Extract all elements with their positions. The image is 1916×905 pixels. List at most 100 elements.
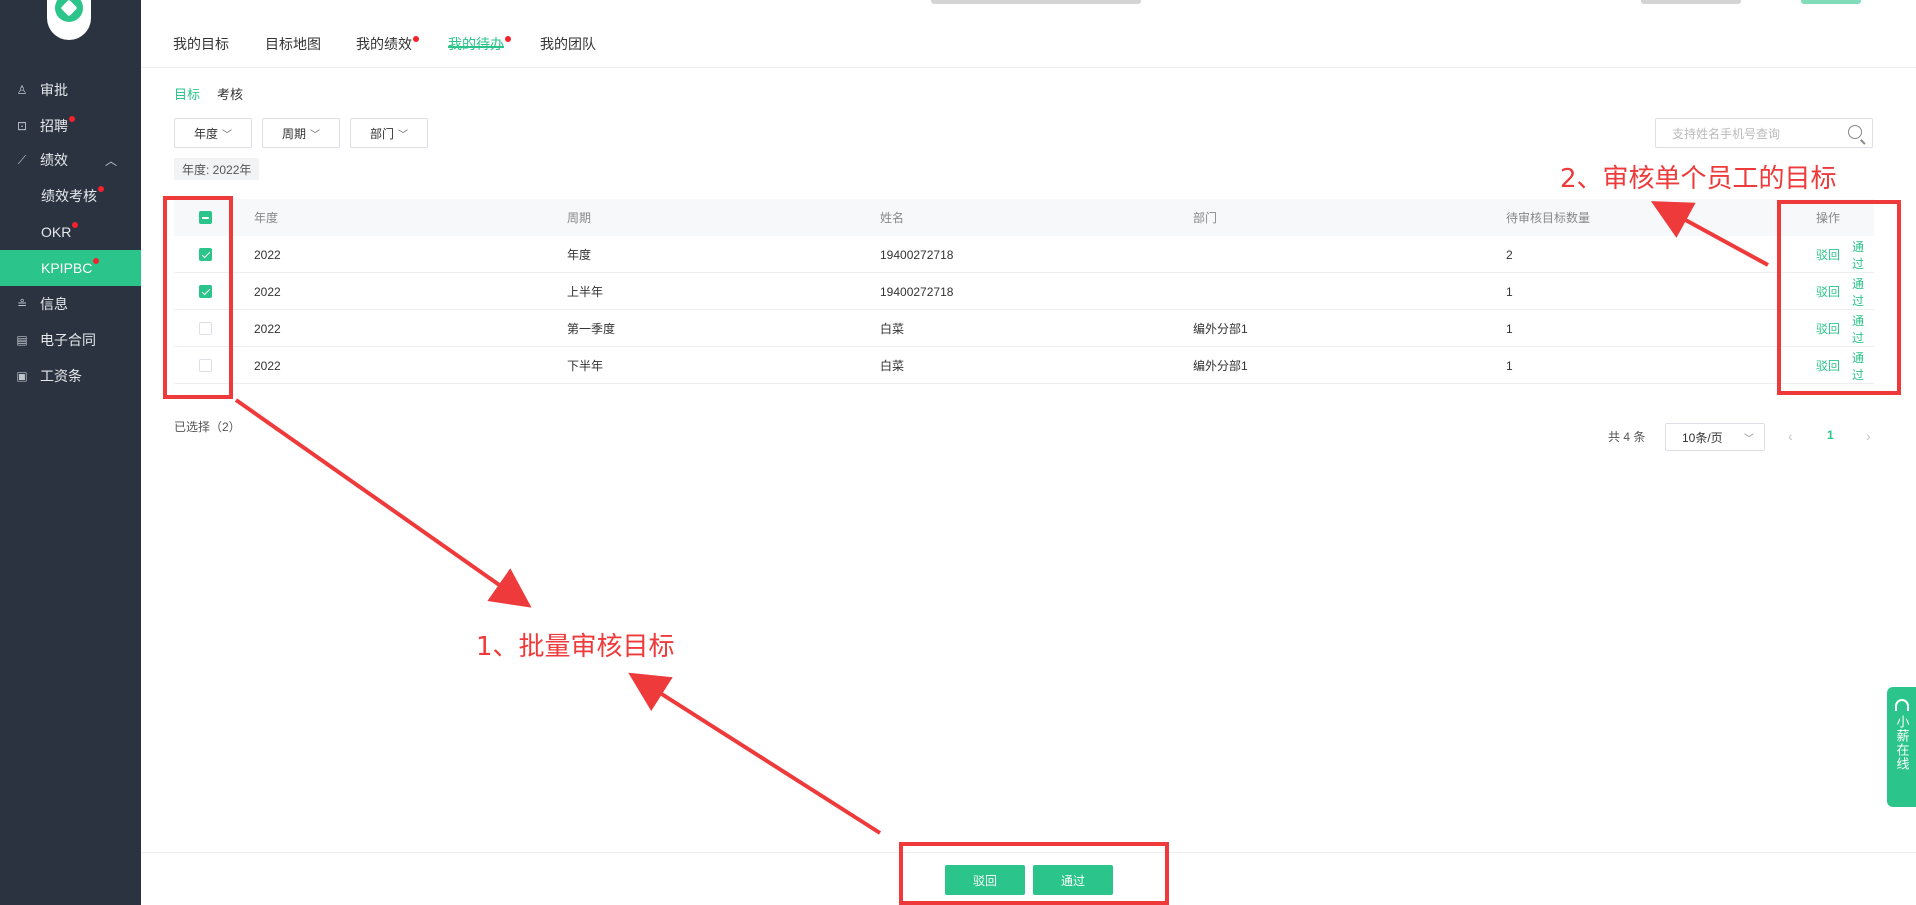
cell-year: 2022 <box>254 284 281 299</box>
headset-icon <box>1894 699 1909 711</box>
arrow-from-bottom-buttons <box>628 672 882 835</box>
cell-pending-count: 1 <box>1506 321 1513 336</box>
cell-name: 白菜 <box>880 322 905 336</box>
notification-dot <box>413 36 419 42</box>
tab-my-performance[interactable]: 我的绩效 <box>356 34 419 54</box>
sidebar-item-label: 招聘 <box>40 118 68 134</box>
notification-dot <box>69 116 75 122</box>
sidebar-item-label: 信息 <box>40 296 68 312</box>
cell-name: 19400272718 <box>880 247 954 262</box>
cell-year: 2022 <box>254 321 281 336</box>
table-row: 2022 第一季度 白菜 编外分部1 1 驳回 通过 <box>174 310 1874 347</box>
page-number-current[interactable]: 1 <box>1827 428 1834 442</box>
cell-year: 2022 <box>254 358 281 373</box>
sidebar-subitem-okr[interactable]: OKR <box>0 214 141 250</box>
recruit-icon: ⊡ <box>16 119 28 133</box>
active-tab-indicator <box>448 46 504 48</box>
todo-table: 年度 周期 姓名 部门 待审核目标数量 操作 2022 年度 194002727… <box>174 199 1874 384</box>
tab-my-goals[interactable]: 我的目标 <box>173 34 229 54</box>
annotation-box-checkboxes <box>163 196 233 399</box>
cell-period: 上半年 <box>567 285 604 299</box>
table-row: 2022 年度 19400272718 2 驳回 通过 <box>174 236 1874 273</box>
cell-pending-count: 1 <box>1506 284 1513 299</box>
prev-page-icon[interactable]: ‹ <box>1788 428 1793 444</box>
main-tabs: 我的目标 目标地图 我的绩效 我的待办 我的团队 <box>141 18 1916 68</box>
cell-department: 编外分部1 <box>1193 359 1248 373</box>
page-size-select[interactable]: 10条/页 ﹀ <box>1665 423 1765 451</box>
annotation-box-bottom-buttons <box>899 842 1169 905</box>
active-filter-tag[interactable]: 年度: 2022年 <box>174 158 260 180</box>
arrow-to-batch-label <box>234 398 532 608</box>
sidebar-item-label: OKR <box>41 224 72 240</box>
column-header-period: 周期 <box>567 211 592 225</box>
sidebar-item-label: 绩效考核 <box>41 188 97 204</box>
column-header-department: 部门 <box>1193 211 1218 225</box>
annotation-label-single: 2、审核单个员工的目标 <box>1560 164 1837 194</box>
notification-dot <box>98 186 104 192</box>
page-size-value: 10条/页 <box>1682 430 1723 445</box>
cell-pending-count: 1 <box>1506 358 1513 373</box>
period-filter-dropdown[interactable]: 周期 ﹀ <box>262 118 340 148</box>
search-input[interactable]: 支持姓名手机号查询 <box>1655 118 1873 148</box>
table-header: 年度 周期 姓名 部门 待审核目标数量 操作 <box>174 199 1874 236</box>
sidebar-item-performance[interactable]: ⟋ 绩效 ︿ <box>0 142 141 178</box>
column-header-year: 年度 <box>254 211 279 225</box>
search-placeholder: 支持姓名手机号查询 <box>1672 126 1781 141</box>
tab-my-team[interactable]: 我的团队 <box>540 34 596 54</box>
online-chat-widget[interactable]: 小薪在线 <box>1887 687 1916 807</box>
cell-pending-count: 2 <box>1506 247 1513 262</box>
subtab-assessment[interactable]: 考核 <box>217 84 243 103</box>
contract-icon: ▤ <box>16 333 28 347</box>
year-filter-dropdown[interactable]: 年度 ﹀ <box>174 118 252 148</box>
sidebar-item-info[interactable]: ≗ 信息 <box>0 286 141 322</box>
sidebar-item-approval[interactable]: ♙ 审批 <box>0 72 141 108</box>
next-page-icon[interactable]: › <box>1866 428 1871 444</box>
notification-dot <box>505 36 511 42</box>
sidebar-item-recruit[interactable]: ⊡ 招聘 <box>0 108 141 144</box>
sidebar-subitem-kpipbc[interactable]: KPIPBC <box>0 250 141 286</box>
tab-label: 我的绩效 <box>356 36 412 52</box>
annotation-label-batch: 1、批量审核目标 <box>476 632 675 662</box>
filter-label: 部门 <box>369 126 394 141</box>
app-logo[interactable] <box>47 0 91 40</box>
notification-dot <box>72 222 79 228</box>
sidebar-item-label: 审批 <box>40 82 68 98</box>
cell-department: 编外分部1 <box>1193 322 1248 336</box>
selected-count: 已选择（2） <box>174 420 241 434</box>
annotation-box-row-actions <box>1777 200 1901 395</box>
sidebar-item-contract[interactable]: ▤ 电子合同 <box>0 322 141 358</box>
chevron-down-icon: ﹀ <box>1744 433 1754 445</box>
sidebar-item-label: KPIPBC <box>41 260 93 276</box>
header-text-cropped <box>931 0 1141 4</box>
logo-icon <box>55 0 83 22</box>
tab-goal-map[interactable]: 目标地图 <box>265 34 321 54</box>
notification-dot <box>93 258 100 264</box>
payslip-icon: ▣ <box>16 369 28 383</box>
table-row: 2022 上半年 19400272718 1 驳回 通过 <box>174 273 1874 310</box>
sidebar-item-payslip[interactable]: ▣ 工资条 <box>0 358 141 394</box>
cell-period: 下半年 <box>567 359 604 373</box>
cell-name: 19400272718 <box>880 284 954 299</box>
cell-year: 2022 <box>254 247 281 262</box>
column-header-pending-count: 待审核目标数量 <box>1506 211 1591 225</box>
filter-label: 年度 <box>193 126 218 141</box>
header-action-cropped <box>1801 0 1861 4</box>
chevron-down-icon: ﹀ <box>222 129 232 141</box>
subtab-goals[interactable]: 目标 <box>174 84 200 103</box>
search-icon[interactable] <box>1848 125 1862 139</box>
pagination-total: 共 4 条 <box>1608 430 1646 444</box>
top-header-cropped <box>141 0 1916 18</box>
chevron-up-icon: ︿ <box>104 153 117 168</box>
header-user-cropped <box>1641 0 1741 4</box>
tab-label: 我的待办 <box>448 36 504 52</box>
chevron-down-icon: ﹀ <box>398 129 408 141</box>
chevron-down-icon: ﹀ <box>310 129 320 141</box>
sidebar-item-label: 工资条 <box>40 368 82 384</box>
tab-my-todo[interactable]: 我的待办 <box>448 34 511 54</box>
cell-name: 白菜 <box>880 359 905 373</box>
cell-period: 年度 <box>567 248 592 262</box>
department-filter-dropdown[interactable]: 部门 ﹀ <box>350 118 428 148</box>
chart-line-icon: ⟋ <box>17 152 27 167</box>
sidebar-subitem-perf-review[interactable]: 绩效考核 <box>0 178 141 214</box>
stamp-icon: ♙ <box>16 83 28 97</box>
